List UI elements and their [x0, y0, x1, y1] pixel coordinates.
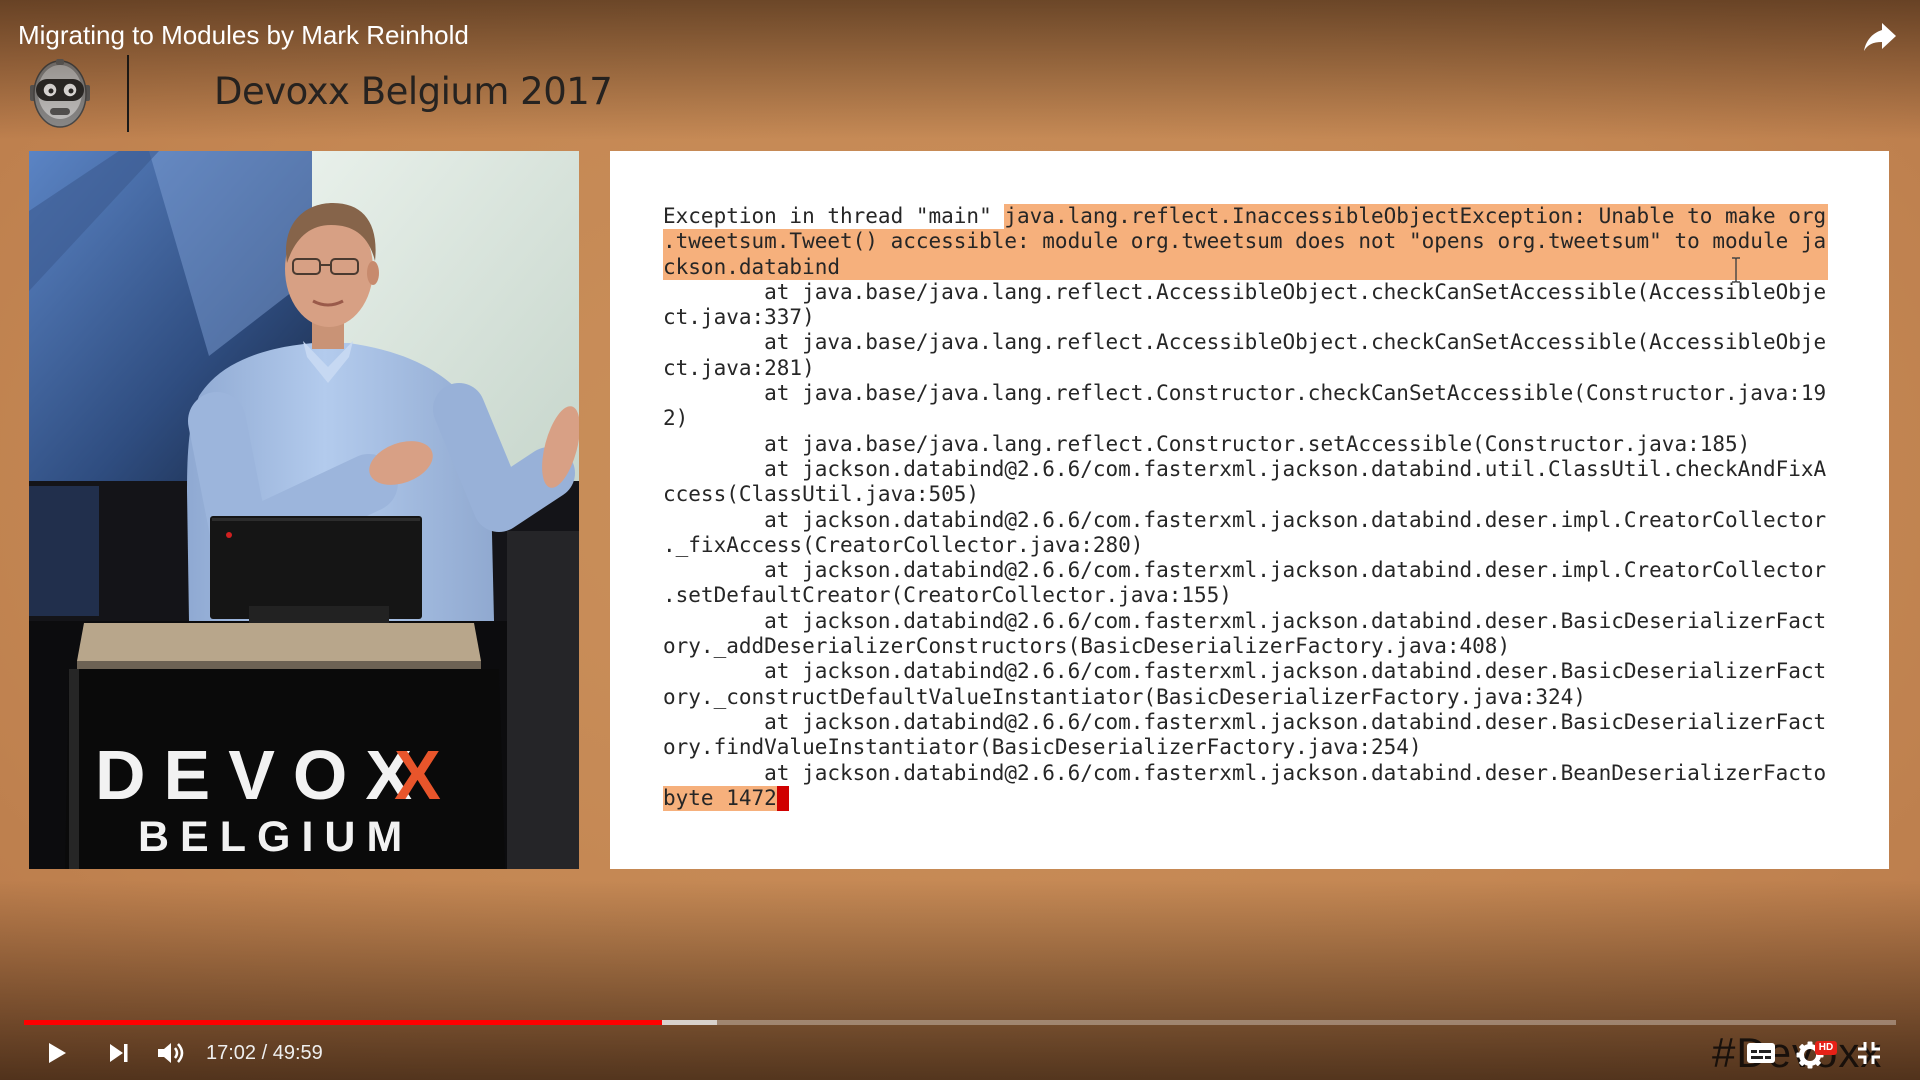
exit-fullscreen-icon[interactable]	[1855, 1039, 1883, 1067]
progress-bar[interactable]	[24, 1020, 1896, 1025]
code-line: ct.java:281)	[663, 356, 1828, 381]
code-text: Exception in thread "main"	[663, 204, 1005, 228]
code-text: ccess(ClassUtil.java:505)	[663, 482, 980, 507]
highlighted-text: byte 1472	[663, 785, 777, 812]
video-title[interactable]: Migrating to Modules by Mark Reinhold	[18, 20, 469, 50]
laptop	[210, 516, 422, 624]
code-line: ckson.databind	[663, 254, 1828, 280]
event-title: Devoxx Belgium 2017	[214, 70, 613, 113]
mouse-text-cursor-icon	[1732, 257, 1740, 283]
code-text: at jackson.databind@2.6.6/com.fasterxml.…	[663, 456, 1827, 481]
highlighted-text: java.lang.reflect.InaccessibleObjectExce…	[1004, 204, 1828, 230]
code-text: ory._constructDefaultValueInstantiator(B…	[663, 684, 1586, 709]
code-text: at java.base/java.lang.reflect.Construct…	[663, 381, 1827, 406]
code-text: ._fixAccess(CreatorCollector.java:280)	[663, 532, 1144, 557]
code-text: at jackson.databind@2.6.6/com.fasterxml.…	[663, 608, 1827, 633]
code-line: at jackson.databind@2.6.6/com.fasterxml.…	[663, 609, 1828, 634]
code-line: at java.base/java.lang.reflect.Accessibl…	[663, 330, 1828, 355]
podium-brand-accent: X	[394, 736, 459, 814]
highlighted-text: ckson.databind	[663, 254, 1828, 280]
podium-location-text: BELGIUM	[138, 813, 413, 861]
code-text: .setDefaultCreator(CreatorCollector.java…	[663, 583, 1232, 608]
code-text: at java.base/java.lang.reflect.Accessibl…	[663, 279, 1827, 304]
code-line: at java.base/java.lang.reflect.Construct…	[663, 432, 1828, 457]
podium: DEVOXX BELGIUM	[65, 623, 505, 869]
code-line: at jackson.databind@2.6.6/com.fasterxml.…	[663, 508, 1828, 533]
podium-brand: DEVOX	[95, 736, 430, 814]
devoxx-logo-icon	[30, 59, 90, 128]
highlighted-text: .tweetsum.Tweet() accessible: module org…	[663, 229, 1828, 255]
code-line: byte 1472	[663, 785, 1828, 812]
hd-badge: HD	[1815, 1041, 1837, 1055]
code-line: ._fixAccess(CreatorCollector.java:280)	[663, 533, 1828, 558]
code-text: ory.findValueInstantiator(BasicDeseriali…	[663, 735, 1422, 760]
code-line: at jackson.databind@2.6.6/com.fasterxml.…	[663, 558, 1828, 583]
code-text: ct.java:337)	[663, 305, 815, 330]
code-text: at jackson.databind@2.6.6/com.fasterxml.…	[663, 558, 1827, 583]
duration: 49:59	[272, 1042, 323, 1064]
terminal-cursor	[776, 785, 789, 812]
code-line: ccess(ClassUtil.java:505)	[663, 482, 1828, 507]
code-line: ory._constructDefaultValueInstantiator(B…	[663, 685, 1828, 710]
code-text: at java.base/java.lang.reflect.Construct…	[663, 431, 1751, 456]
subtitles-icon[interactable]	[1746, 1041, 1776, 1065]
code-line: at jackson.databind@2.6.6/com.fasterxml.…	[663, 710, 1828, 735]
code-text: at jackson.databind@2.6.6/com.fasterxml.…	[663, 760, 1827, 785]
code-line: ory.findValueInstantiator(BasicDeseriali…	[663, 735, 1828, 760]
code-text: ct.java:281)	[663, 355, 815, 380]
next-icon[interactable]	[106, 1040, 132, 1066]
code-text: at jackson.databind@2.6.6/com.fasterxml.…	[663, 507, 1827, 532]
stage-monitor	[507, 531, 579, 869]
code-line: at jackson.databind@2.6.6/com.fasterxml.…	[663, 457, 1828, 482]
speaker-video: DEVOXX BELGIUM	[29, 151, 579, 869]
time-display: 17:02 / 49:59	[206, 1041, 323, 1065]
video-frame[interactable]: Devoxx Belgium 2017 DEVOXX BELGIUM Excep…	[0, 0, 1920, 1080]
code-line: at java.base/java.lang.reflect.Construct…	[663, 381, 1828, 406]
code-line: .tweetsum.Tweet() accessible: module org…	[663, 229, 1828, 255]
code-line: at java.base/java.lang.reflect.Accessibl…	[663, 280, 1828, 305]
code-text: at java.base/java.lang.reflect.Accessibl…	[663, 330, 1827, 355]
code-block: Exception in thread "main" java.lang.ref…	[663, 204, 1828, 812]
code-line: Exception in thread "main" java.lang.ref…	[663, 204, 1828, 230]
code-text: 2)	[663, 406, 689, 431]
code-line: ct.java:337)	[663, 305, 1828, 330]
current-time: 17:02	[206, 1042, 257, 1064]
code-line: .setDefaultCreator(CreatorCollector.java…	[663, 583, 1828, 608]
code-text: ory._addDeserializerConstructors(BasicDe…	[663, 634, 1511, 659]
code-text: at jackson.databind@2.6.6/com.fasterxml.…	[663, 709, 1827, 734]
code-line: at jackson.databind@2.6.6/com.fasterxml.…	[663, 761, 1828, 786]
code-line: ory._addDeserializerConstructors(BasicDe…	[663, 634, 1828, 659]
podium-brand-text: DEVOXX	[95, 736, 459, 814]
code-line: at jackson.databind@2.6.6/com.fasterxml.…	[663, 659, 1828, 684]
volume-icon[interactable]	[156, 1039, 186, 1067]
play-icon[interactable]	[42, 1039, 70, 1067]
header-divider	[127, 55, 129, 132]
code-text: at jackson.databind@2.6.6/com.fasterxml.…	[663, 659, 1827, 684]
presentation-slide: Exception in thread "main" java.lang.ref…	[610, 151, 1889, 869]
share-icon[interactable]	[1862, 20, 1898, 54]
time-separator: /	[256, 1042, 273, 1064]
progress-played	[24, 1020, 663, 1025]
code-line: 2)	[663, 406, 1828, 431]
